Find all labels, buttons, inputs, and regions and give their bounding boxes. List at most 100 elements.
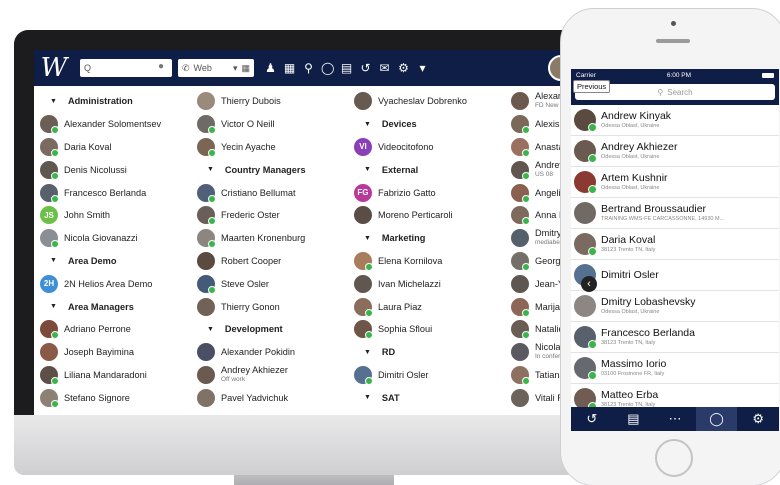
group-label: Administration [67, 96, 133, 107]
phone-contact-name: Bertrand Broussaudier [601, 203, 707, 215]
grid-icon[interactable]: ▦ [283, 61, 296, 75]
avatar [510, 365, 530, 385]
avatar [40, 137, 59, 157]
home-button[interactable] [655, 439, 693, 477]
phone-contact-row[interactable]: Andrey Akhiezer Odessa Oblast, Ukraine [571, 136, 779, 167]
contact-row[interactable]: Maarten Kronenburg [196, 227, 348, 250]
group-header[interactable]: ▼ External [354, 158, 505, 181]
contact-row[interactable]: Steve Osler [196, 272, 348, 295]
tab-dialpad[interactable]: ⋯ [654, 407, 696, 431]
previous-button[interactable]: ‹ [581, 276, 597, 292]
phone-contact-row[interactable]: Daria Koval 38123 Trento TN, Italy [571, 229, 779, 260]
contact-row[interactable]: Elena Kornilova [353, 250, 505, 273]
phone-contact-text: Artem Kushnir Odessa Oblast, Ukraine [601, 172, 668, 192]
contact-row[interactable]: Alexander Solomentsev [40, 113, 191, 136]
book-icon[interactable]: ▤ [340, 61, 353, 75]
group-header[interactable]: ▼ SAT [354, 386, 505, 409]
contact-row[interactable]: Robert Cooper [196, 250, 348, 273]
group-header[interactable]: ▼ Marketing [354, 227, 505, 250]
contact-row[interactable]: Cristiano Bellumat [196, 181, 348, 204]
contact-text: Pavel Yadvichuk [221, 393, 288, 403]
contact-row[interactable]: JS John Smith [40, 204, 191, 227]
phone-contact-row[interactable]: Andrew Kinyak Odessa Oblast, Ukraine [571, 105, 779, 136]
tab-history[interactable]: ↺ [571, 407, 613, 431]
contact-row[interactable]: Laura Piaz [353, 295, 505, 318]
group-header[interactable]: ▼ Area Demo [40, 250, 191, 273]
avatar [574, 295, 596, 317]
contact-row[interactable]: Adriano Perrone [40, 318, 191, 341]
contact-row[interactable]: Thierry Dubois [196, 90, 348, 113]
contact-row[interactable]: Thierry Gonon [196, 295, 348, 318]
group-header[interactable]: ▼ Administration [40, 90, 191, 113]
phone-contact-row[interactable]: Artem Kushnir Odessa Oblast, Ukraine [571, 167, 779, 198]
phone-contact-row[interactable]: Francesco Berlanda 38123 Trento TN, Italy [571, 322, 779, 353]
contact-row[interactable]: Ivan Michelazzi [353, 272, 505, 295]
contact-row[interactable]: Denis Nicolussi [40, 158, 191, 181]
contact-row[interactable]: Yecin Ayache [196, 136, 348, 159]
mail-icon[interactable]: ✉ [378, 61, 391, 75]
contact-name: Andrey Akhiezer [220, 364, 288, 375]
group-label: Country Managers [224, 164, 306, 175]
contact-row[interactable]: Sophia Sfloui [353, 318, 505, 341]
avatar: JS [40, 206, 58, 225]
phone-contact-row[interactable]: Bertrand Broussaudier TRAINING WMS-FE CAR… [571, 198, 779, 229]
contact-text: Maarten Kronenburg [221, 233, 305, 243]
contact-row[interactable]: Dimitri Osler [353, 364, 505, 387]
microphone-icon[interactable]: ● [158, 61, 168, 75]
contact-row[interactable]: Nicola Giovanazzi [40, 227, 191, 250]
phone-contact-row[interactable]: Dmitry Lobashevsky Odessa Oblast, Ukraine [571, 291, 779, 322]
dialpad-icon: ⋯ [668, 411, 682, 426]
contact-row[interactable]: Victor O Neill [196, 113, 348, 136]
group-header[interactable]: ▼ Country Managers [197, 158, 348, 181]
contact-row[interactable]: Pavel Yadvichuk [196, 386, 348, 409]
group-header[interactable]: ▼ Development [197, 318, 348, 341]
tab-chat[interactable]: ◯ [695, 407, 738, 431]
contact-text: Thierry Dubois [221, 96, 281, 106]
contact-row[interactable]: Liliana Mandaradoni [40, 364, 191, 387]
contact-row[interactable]: Joseph Bayimina [40, 341, 191, 364]
contact-name: Moreno Perticaroli [377, 210, 453, 221]
chevron-down-icon[interactable]: ▾ [416, 61, 429, 75]
contact-row[interactable]: Stefano Signore [40, 386, 191, 409]
contact-name: Liliana Mandaradoni [64, 369, 147, 380]
history-icon[interactable]: ↺ [359, 61, 372, 75]
avatar [510, 206, 530, 226]
avatar [40, 229, 59, 249]
contact-row[interactable]: Vyacheslav Dobrenko [353, 90, 505, 113]
search-input[interactable]: Q ● [80, 59, 172, 77]
avatar [196, 183, 216, 203]
contacts-icon[interactable]: ♟ [264, 61, 277, 75]
web-select[interactable]: ✆ Web ▾ ▦ [178, 59, 254, 77]
dialpad-small-icon[interactable]: ▦ [241, 63, 250, 74]
contact-name: Yecin Ayache [220, 141, 276, 152]
contact-row[interactable]: 2H 2N Helios Area Demo [40, 272, 191, 295]
group-header[interactable]: ▼ Devices [354, 113, 505, 136]
contact-row[interactable]: VI Videocitofono [353, 136, 505, 159]
tab-phonebook[interactable]: ▤ [613, 407, 655, 431]
contact-row[interactable]: Daria Koval [40, 136, 191, 159]
collapse-arrow-icon: ▼ [50, 97, 57, 105]
contact-row[interactable]: Francesco Berlanda [40, 181, 191, 204]
tab-settings[interactable]: ⚙ [737, 407, 779, 431]
avatar [196, 206, 216, 226]
contact-row[interactable]: Moreno Perticaroli [353, 204, 505, 227]
settings-icon[interactable]: ⚙ [397, 61, 410, 75]
contact-text: Daria Koval [64, 142, 112, 152]
contacts-column: Thierry Dubois Victor O Neill Yecin Ayache… [191, 86, 348, 415]
contact-row[interactable]: Alexander Pokidin [196, 341, 348, 364]
group-header[interactable]: ▼ RD [354, 341, 505, 364]
phone-search-placeholder: Search [667, 87, 693, 97]
contact-row[interactable]: FG Fabrizio Gatto [353, 181, 505, 204]
chat-icon[interactable]: ◯ [321, 61, 334, 75]
group-header[interactable]: ▼ Area Managers [40, 295, 191, 318]
contact-row[interactable]: Frederic Oster [196, 204, 348, 227]
contact-name: Thierry Dubois [220, 96, 281, 107]
location-icon[interactable]: ⚲ [302, 61, 315, 75]
phone-contact-row[interactable]: Massimo Iorio 03100 Frosinone FR, Italy [571, 353, 779, 384]
web-select-value: Web [193, 63, 212, 73]
contact-name: 2N Helios Area Demo [64, 278, 153, 289]
contact-row[interactable]: Andrey Akhiezer Off work [196, 364, 348, 387]
collapse-arrow-icon: ▼ [363, 120, 371, 128]
phone-contact-row[interactable]: Dimitri Osler [571, 260, 779, 291]
avatar [574, 326, 597, 349]
